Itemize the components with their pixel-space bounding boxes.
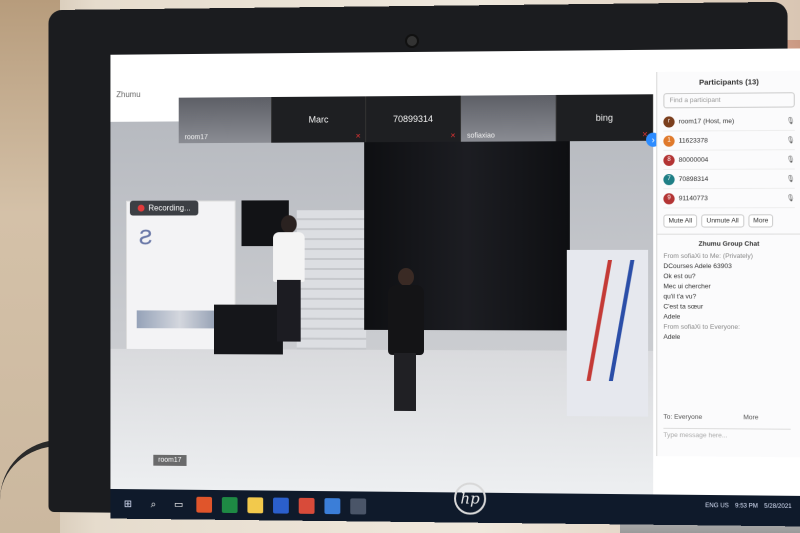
participant-search-input[interactable]: Find a participant bbox=[663, 92, 794, 108]
mural bbox=[567, 250, 648, 417]
performer-2-body bbox=[388, 285, 424, 355]
performer-1-body bbox=[273, 232, 305, 282]
participant-row[interactable]: 1 11623378 🎙 bbox=[663, 131, 794, 151]
avatar: 7 bbox=[663, 174, 674, 185]
record-icon bbox=[138, 205, 145, 212]
main-video: ƨ Recording... bbox=[110, 119, 653, 501]
mic-icon[interactable]: 🎙 bbox=[786, 117, 795, 125]
language-indicator[interactable]: ENG US bbox=[705, 503, 729, 509]
participant-name: room17 (Host, me) bbox=[679, 117, 787, 125]
performer-2-head bbox=[398, 268, 414, 286]
hp-logo: hp bbox=[454, 482, 486, 514]
more-button[interactable]: More bbox=[748, 214, 774, 227]
avatar: 9 bbox=[663, 193, 674, 204]
recording-indicator[interactable]: Recording... bbox=[130, 201, 199, 216]
clock-date[interactable]: 5/28/2021 bbox=[764, 504, 792, 510]
chat-messages: From sofiaXi to Me: (Privately) DCourses… bbox=[657, 250, 800, 346]
system-tray: ENG US 9:53 PM 5/28/2021 bbox=[705, 503, 791, 510]
search-icon[interactable]: ⌕ bbox=[146, 496, 162, 512]
chat-more-button[interactable]: More bbox=[743, 414, 758, 421]
avatar: 8 bbox=[663, 154, 674, 165]
app-title: Zhumu bbox=[116, 90, 140, 99]
thumbnail-name: room17 bbox=[185, 134, 208, 141]
chat-input[interactable]: Type message here... bbox=[663, 428, 790, 440]
chrome-icon[interactable] bbox=[299, 498, 315, 514]
participant-row[interactable]: r room17 (Host, me) 🎙 bbox=[663, 112, 794, 132]
poster-strip bbox=[137, 310, 223, 328]
performer-1-legs bbox=[277, 280, 301, 342]
participants-title: Participants (13) bbox=[657, 71, 800, 91]
poster-logo-icon: ƨ bbox=[139, 219, 153, 251]
mic-icon[interactable]: 🎙 bbox=[786, 175, 795, 183]
thumbnail[interactable]: sofiaxiao bbox=[461, 95, 557, 142]
thumbnail-name: bing bbox=[596, 113, 613, 123]
performer-2-legs bbox=[394, 353, 416, 411]
mic-icon[interactable]: 🎙 bbox=[786, 136, 795, 144]
chat-line: C'est ta sœur bbox=[663, 302, 794, 312]
mute-all-button[interactable]: Mute All bbox=[663, 214, 697, 227]
chat-line: Adele bbox=[663, 313, 794, 323]
chat-line: Mec ui chercher bbox=[663, 282, 794, 292]
thumbnail[interactable]: 70899314 ✕ bbox=[366, 96, 461, 143]
piano bbox=[214, 305, 283, 355]
chat-recipient-label: To: Everyone bbox=[663, 414, 702, 421]
unmute-all-button[interactable]: Unmute All bbox=[701, 214, 744, 227]
participant-name: 11623378 bbox=[679, 136, 787, 144]
participant-name: 91140773 bbox=[679, 194, 787, 201]
mic-muted-icon: ✕ bbox=[355, 132, 361, 140]
chat-title: Zhumu Group Chat bbox=[657, 234, 800, 250]
mic-icon[interactable]: 🎙 bbox=[786, 194, 795, 202]
windows-start-icon[interactable]: ⊞ bbox=[120, 496, 136, 512]
chat-sender: From sofiaXi to Me: (Privately) bbox=[663, 252, 794, 262]
webcam bbox=[407, 36, 417, 46]
participant-actions: Mute All Unmute All More bbox=[663, 214, 794, 227]
file-explorer-icon[interactable] bbox=[247, 497, 263, 513]
chat-line: DCourses Adele 63903 bbox=[663, 262, 794, 272]
performer-1-head bbox=[281, 215, 297, 233]
recording-label: Recording... bbox=[148, 204, 190, 213]
thumbnail-name: Marc bbox=[309, 115, 329, 125]
excel-icon[interactable] bbox=[222, 497, 238, 513]
chat-line: Adele bbox=[663, 333, 794, 344]
thumbnail-name: sofiaxiao bbox=[467, 133, 495, 140]
side-panel: Participants (13) Find a participant r r… bbox=[656, 71, 800, 457]
participant-row[interactable]: 8 80000004 🎙 bbox=[663, 150, 794, 170]
thumbnail[interactable]: bing ✕ bbox=[557, 94, 653, 141]
app-icon[interactable] bbox=[350, 498, 366, 514]
thumbnail[interactable]: Marc ✕ bbox=[272, 96, 366, 142]
chat-recipient-select[interactable]: To: Everyone More bbox=[663, 414, 758, 422]
word-icon[interactable] bbox=[273, 498, 289, 514]
participant-name: 70898314 bbox=[679, 175, 787, 182]
participant-row[interactable]: 7 70898314 🎙 bbox=[663, 169, 794, 189]
app-icon[interactable] bbox=[196, 497, 212, 513]
avatar: 1 bbox=[663, 135, 674, 146]
laptop-screen: Zhumu ƨ Recording... room17 room17 Marc … bbox=[110, 48, 799, 526]
task-view-icon[interactable]: ▭ bbox=[171, 496, 187, 512]
laptop-lid: Zhumu ƨ Recording... room17 room17 Marc … bbox=[48, 2, 787, 520]
participant-row[interactable]: 9 91140773 🎙 bbox=[663, 189, 794, 209]
participant-list: r room17 (Host, me) 🎙 1 11623378 🎙 8 800… bbox=[663, 112, 794, 209]
thumbnail[interactable]: room17 bbox=[179, 97, 272, 143]
thumbnail-name: 70899314 bbox=[393, 114, 433, 124]
participant-name: 80000004 bbox=[679, 156, 787, 164]
clock-time[interactable]: 9:53 PM bbox=[735, 503, 758, 509]
active-speaker-label: room17 bbox=[153, 455, 186, 466]
stairs bbox=[297, 210, 366, 350]
mural-figure bbox=[587, 260, 635, 381]
mic-icon[interactable]: 🎙 bbox=[786, 155, 795, 163]
avatar: r bbox=[663, 116, 674, 127]
mic-muted-icon: ✕ bbox=[450, 132, 456, 140]
chat-sender: From sofiaXi to Everyone: bbox=[663, 323, 794, 334]
chat-line: Ok est ou? bbox=[663, 272, 794, 282]
thumbnail-strip: room17 Marc ✕ 70899314 ✕ sofiaxiao bing ✕ bbox=[179, 94, 653, 143]
zhumu-icon[interactable] bbox=[324, 498, 340, 514]
chat-line: qu'il t'a vu? bbox=[663, 292, 794, 302]
